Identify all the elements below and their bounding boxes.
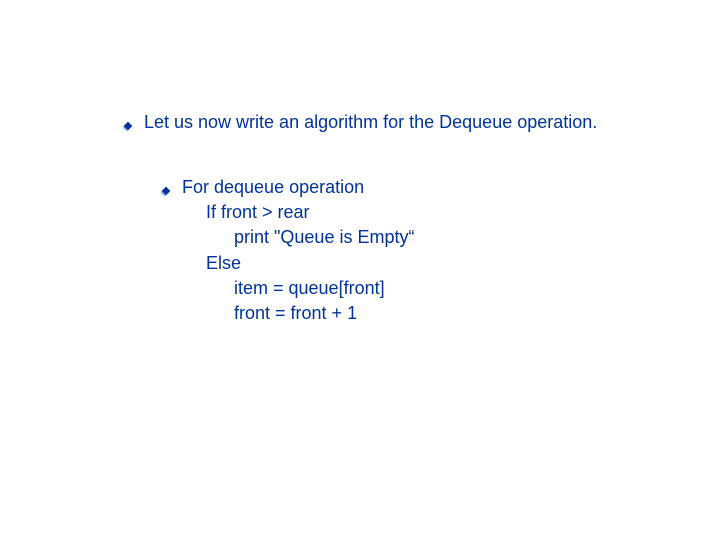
diamond-bullet-icon (160, 179, 172, 204)
algo-line: If front > rear (182, 200, 414, 225)
algo-title: For dequeue operation (182, 175, 414, 200)
algo-line: item = queue[front] (182, 276, 414, 301)
slide: Let us now write an algorithm for the De… (0, 0, 720, 540)
algorithm-block: For dequeue operation If front > rear pr… (182, 175, 414, 326)
intro-text: Let us now write an algorithm for the De… (144, 110, 597, 135)
main-bullet-item: Let us now write an algorithm for the De… (122, 110, 597, 139)
sub-bullet-item: For dequeue operation If front > rear pr… (160, 175, 414, 326)
algo-line: print "Queue is Empty“ (182, 225, 414, 250)
algo-line: front = front + 1 (182, 301, 414, 326)
diamond-bullet-icon (122, 114, 134, 139)
algo-line: Else (182, 251, 414, 276)
